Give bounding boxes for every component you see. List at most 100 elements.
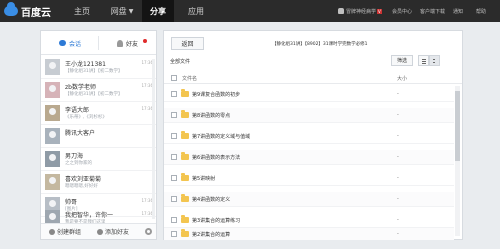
- chat-bubble-icon: [59, 40, 66, 46]
- user-menu[interactable]: 冒牌神经病学 V: [338, 0, 382, 22]
- link-help[interactable]: 帮助: [476, 0, 486, 22]
- list-view-icon: [422, 59, 426, 60]
- conversation-panel: 会话 好友 王小龙121381 【静化组31讲】【初二数学】 17:36 zb数…: [40, 30, 157, 240]
- contact-item[interactable]: zb数学老师 【静化组31讲】【初二数学】 17:36: [41, 79, 156, 102]
- nav-apps[interactable]: 应用: [178, 0, 214, 22]
- file-size: -: [397, 217, 399, 223]
- back-button[interactable]: 返回: [171, 37, 204, 50]
- contact-last-message: 嗯嗯嗯嗯,好好好: [65, 184, 98, 189]
- file-name[interactable]: 第8讲函数的零点: [192, 112, 230, 119]
- conversation-tabs: 会话 好友: [41, 31, 156, 55]
- file-name[interactable]: 第7讲函数的定义域与值域: [192, 133, 250, 140]
- top-navigation-bar: 百度云 主页 网盘 ▼ 分享 应用 冒牌神经病学 V 会员中心 客户端下载 通知 …: [0, 0, 500, 22]
- file-size: -: [397, 133, 399, 139]
- link-client-download[interactable]: 客户端下载: [420, 0, 445, 22]
- contact-item[interactable]: 腾讯大客户: [41, 125, 156, 148]
- link-notifications[interactable]: 通知: [453, 0, 463, 22]
- gear-icon[interactable]: [145, 228, 152, 235]
- contact-item[interactable]: 王小龙121381 【静化组31讲】【初二数学】 17:36: [41, 56, 156, 79]
- vip-badge: V: [377, 8, 382, 14]
- file-name[interactable]: 第2讲集合的运算: [192, 231, 230, 238]
- file-row[interactable]: 第7讲函数的定义域与值域 -: [164, 129, 454, 144]
- filter-button[interactable]: 筛选: [391, 55, 413, 66]
- row-checkbox[interactable]: [171, 196, 177, 202]
- row-checkbox[interactable]: [171, 217, 177, 223]
- file-size: -: [397, 175, 399, 181]
- avatar: [45, 59, 60, 75]
- link-member-center[interactable]: 会员中心: [392, 0, 412, 22]
- file-row[interactable]: 第9课复合函数的初步 -: [164, 87, 454, 102]
- create-group-button[interactable]: 创建群组: [49, 224, 81, 239]
- contact-item[interactable]: 男刀海 之之到你家的: [41, 148, 156, 171]
- contact-name: 我把智华，许你一: [65, 212, 114, 219]
- file-row[interactable]: 第8讲函数的零点 -: [164, 108, 454, 123]
- folder-icon: [181, 152, 189, 160]
- tab-divider: [98, 36, 99, 50]
- file-row[interactable]: 第5讲映射 -: [164, 171, 454, 186]
- tab-friends[interactable]: 好友: [117, 31, 138, 55]
- tab-conversations[interactable]: 会话: [59, 31, 81, 55]
- contact-name: zb数学老师: [65, 84, 96, 91]
- file-name[interactable]: 第3讲集合的运算练习: [192, 217, 240, 224]
- row-checkbox[interactable]: [171, 231, 177, 237]
- select-all-checkbox[interactable]: [171, 75, 177, 81]
- folder-icon: [181, 215, 189, 223]
- add-friend-button[interactable]: 添加好友: [97, 224, 129, 239]
- contact-name: 喜欢刘亚菊菊: [65, 176, 102, 183]
- contact-name: 帅哥: [65, 199, 78, 206]
- folder-icon: [181, 89, 189, 97]
- file-row[interactable]: 第6讲函数的表示方法 -: [164, 150, 454, 165]
- baidu-cloud-logo[interactable]: 百度云: [4, 2, 51, 19]
- breadcrumb-all-files[interactable]: 全部文件: [170, 58, 190, 65]
- nav-home[interactable]: 主页: [62, 0, 102, 22]
- nav-share[interactable]: 分享: [142, 0, 174, 22]
- shared-files-panel: 返回 【静化组31讲】【8902】31课时学完数学必修1 全部文件 筛选 文件名…: [163, 30, 463, 240]
- new-indicator-dot: [143, 39, 147, 43]
- list-view-button[interactable]: [418, 55, 429, 66]
- contact-list-scrollbar[interactable]: [152, 59, 155, 219]
- file-name[interactable]: 第4讲函数的定义: [192, 196, 230, 203]
- folder-icon: [181, 110, 189, 118]
- user-icon: [338, 8, 344, 14]
- folder-icon: [181, 229, 189, 237]
- row-checkbox[interactable]: [171, 112, 177, 118]
- folder-icon: [181, 131, 189, 139]
- file-size: -: [397, 231, 399, 237]
- grid-view-button[interactable]: [429, 55, 440, 66]
- nav-netdisk[interactable]: 网盘 ▼: [102, 0, 142, 22]
- folder-icon: [181, 173, 189, 181]
- user-name: 冒牌神经病学: [346, 8, 377, 15]
- person-icon: [117, 39, 123, 47]
- contact-last-message: 【静化组31讲】【初二数学】: [65, 92, 123, 97]
- avatar: [45, 105, 60, 121]
- row-checkbox[interactable]: [171, 175, 177, 181]
- column-header-size[interactable]: 大小: [397, 75, 407, 82]
- file-row[interactable]: 第3讲集合的运算练习 -: [164, 213, 454, 228]
- row-checkbox[interactable]: [171, 133, 177, 139]
- conversation-panel-footer: 创建群组 添加好友: [41, 223, 156, 239]
- file-toolbar: 全部文件 筛选: [164, 55, 462, 69]
- grid-view-icon: [433, 59, 435, 60]
- row-checkbox[interactable]: [171, 91, 177, 97]
- contact-name: 腾讯大客户: [65, 130, 96, 137]
- file-name[interactable]: 第5讲映射: [192, 175, 215, 182]
- row-checkbox[interactable]: [171, 154, 177, 160]
- file-row[interactable]: 第4讲函数的定义 -: [164, 192, 454, 207]
- file-name[interactable]: 第6讲函数的表示方法: [192, 154, 240, 161]
- brand-name: 百度云: [21, 7, 51, 19]
- file-size: -: [397, 91, 399, 97]
- add-person-icon: [97, 228, 103, 235]
- chevron-down-icon: ▼: [128, 7, 134, 15]
- file-name[interactable]: 第9课复合函数的初步: [192, 91, 240, 98]
- avatar: [45, 82, 60, 98]
- avatar: [45, 128, 60, 144]
- column-header-filename[interactable]: 文件名: [182, 75, 197, 82]
- contact-last-message: 之之到你家的: [65, 161, 92, 166]
- file-size: -: [397, 196, 399, 202]
- contact-item[interactable]: 喜欢刘亚菊菊 嗯嗯嗯嗯,好好好: [41, 171, 156, 194]
- file-list-scrollbar-thumb[interactable]: [455, 91, 460, 161]
- file-row[interactable]: 第2讲集合的运算 -: [164, 228, 454, 240]
- file-size: -: [397, 112, 399, 118]
- file-table-header: 文件名 大小: [164, 72, 462, 84]
- contact-item[interactable]: 李语大郎 《乐蒂》,《刘杉杉》 17:36: [41, 102, 156, 125]
